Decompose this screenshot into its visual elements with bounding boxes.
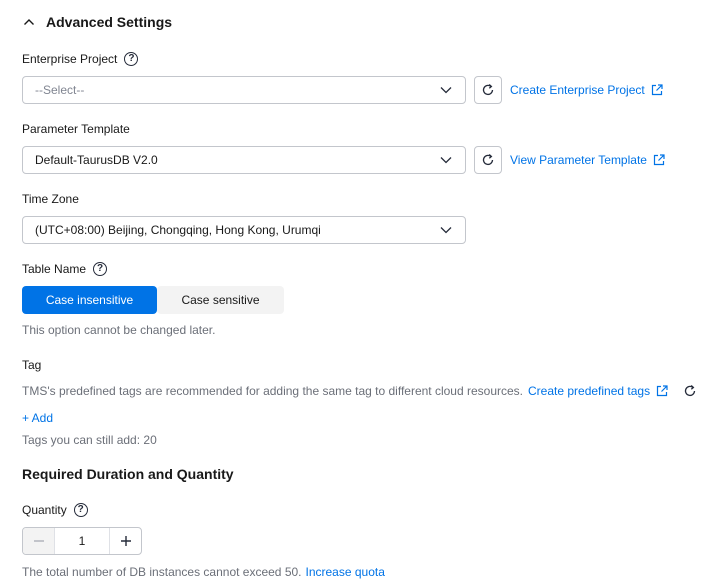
quantity-decrease-button[interactable]: [23, 528, 55, 554]
chevron-down-icon: [439, 223, 453, 237]
create-predefined-tags-text: Create predefined tags: [528, 384, 651, 398]
enterprise-project-label-text: Enterprise Project: [22, 52, 118, 66]
create-enterprise-project-link[interactable]: Create Enterprise Project: [510, 82, 663, 98]
duration-section-title: Required Duration and Quantity: [22, 466, 234, 482]
tag-description: TMS's predefined tags are recommended fo…: [22, 384, 524, 398]
advanced-settings-title: Advanced Settings: [46, 14, 173, 30]
quantity-label: Quantity ?: [22, 502, 88, 518]
minus-icon: [33, 535, 45, 547]
tag-label: Tag: [22, 358, 42, 372]
refresh-icon: [481, 153, 495, 167]
external-link-icon: [651, 84, 663, 96]
quantity-label-text: Quantity: [22, 503, 67, 517]
help-icon[interactable]: ?: [93, 262, 108, 276]
refresh-icon: [481, 83, 495, 97]
refresh-parameter-template-button[interactable]: [474, 146, 502, 174]
table-name-note: This option cannot be changed later.: [22, 323, 216, 337]
parameter-template-value: Default-TaurusDB V2.0: [35, 153, 158, 167]
refresh-icon[interactable]: [683, 384, 697, 398]
view-parameter-template-link[interactable]: View Parameter Template: [510, 152, 665, 168]
table-name-toggle: Case insensitive Case sensitive: [22, 286, 284, 314]
table-name-label-text: Table Name: [22, 262, 87, 276]
quantity-note: The total number of DB instances cannot …: [22, 565, 302, 579]
parameter-template-label: Parameter Template: [22, 122, 130, 136]
chevron-down-icon: [439, 83, 453, 97]
create-predefined-tags-link[interactable]: Create predefined tags: [528, 384, 668, 398]
chevron-up-icon: [22, 15, 36, 29]
case-insensitive-option[interactable]: Case insensitive: [22, 286, 157, 314]
time-zone-select[interactable]: (UTC+08:00) Beijing, Chongqing, Hong Kon…: [22, 216, 466, 244]
tags-remaining: Tags you can still add: 20: [22, 433, 157, 447]
enterprise-project-placeholder: --Select--: [35, 83, 85, 97]
quantity-input[interactable]: 1: [55, 534, 109, 548]
table-name-label: Table Name ?: [22, 261, 108, 277]
external-link-icon: [653, 154, 665, 166]
quantity-increase-button[interactable]: [109, 528, 141, 554]
help-icon[interactable]: ?: [124, 52, 139, 66]
chevron-down-icon: [439, 153, 453, 167]
time-zone-label: Time Zone: [22, 192, 79, 206]
add-tag-button[interactable]: + Add: [22, 411, 53, 425]
enterprise-project-select[interactable]: --Select--: [22, 76, 466, 104]
refresh-enterprise-project-button[interactable]: [474, 76, 502, 104]
quantity-note-row: The total number of DB instances cannot …: [22, 565, 385, 579]
case-sensitive-option[interactable]: Case sensitive: [157, 286, 284, 314]
external-link-icon: [656, 385, 668, 397]
view-parameter-template-text: View Parameter Template: [510, 153, 647, 167]
tag-description-row: TMS's predefined tags are recommended fo…: [22, 383, 697, 399]
time-zone-value: (UTC+08:00) Beijing, Chongqing, Hong Kon…: [35, 223, 321, 237]
quantity-stepper: 1: [22, 527, 142, 555]
enterprise-project-label: Enterprise Project ?: [22, 51, 139, 67]
parameter-template-select[interactable]: Default-TaurusDB V2.0: [22, 146, 466, 174]
plus-icon: [120, 535, 132, 547]
advanced-settings-header[interactable]: Advanced Settings: [22, 14, 172, 30]
create-enterprise-project-text: Create Enterprise Project: [510, 83, 645, 97]
help-icon[interactable]: ?: [73, 503, 88, 517]
increase-quota-link[interactable]: Increase quota: [306, 565, 385, 579]
